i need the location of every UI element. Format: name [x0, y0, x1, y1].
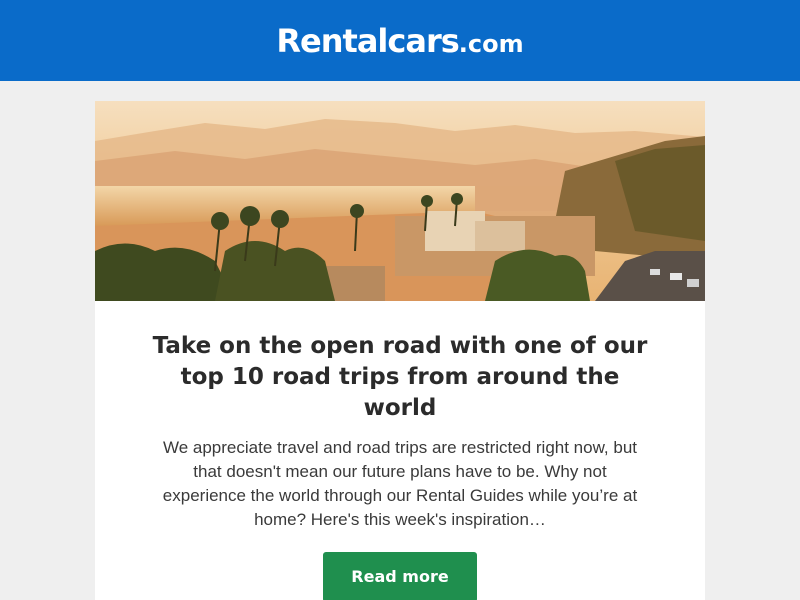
email-header: Rentalcars .com [0, 0, 800, 81]
read-more-button[interactable]: Read more [323, 552, 477, 600]
coastal-road-sunset-image [95, 101, 705, 301]
article-content: Take on the open road with one of our to… [95, 301, 705, 600]
logo-wordmark: Rentalcars [276, 21, 459, 60]
article-card: Take on the open road with one of our to… [95, 101, 705, 600]
rentalcars-logo[interactable]: Rentalcars .com [276, 22, 523, 60]
article-headline: Take on the open road with one of our to… [152, 333, 648, 421]
article-body: We appreciate travel and road trips are … [162, 438, 638, 529]
logo-domain-suffix: .com [458, 29, 524, 58]
